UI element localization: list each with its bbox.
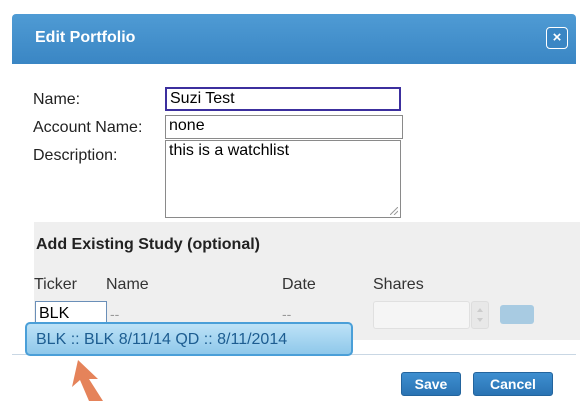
account-name-input[interactable]: none: [165, 115, 403, 139]
shares-spinner[interactable]: [471, 301, 489, 329]
save-button[interactable]: Save: [401, 372, 461, 396]
description-text: this is a watchlist: [169, 142, 290, 159]
close-icon[interactable]: ×: [546, 27, 568, 49]
shares-input[interactable]: [373, 301, 470, 329]
ticker-column-header: Ticker: [34, 276, 77, 293]
shares-column-header: Shares: [373, 276, 424, 293]
pointer-arrow-icon: [72, 360, 103, 401]
description-textarea[interactable]: this is a watchlist: [165, 140, 401, 218]
dialog-titlebar: Edit Portfolio ×: [12, 14, 576, 64]
description-label: Description:: [33, 147, 118, 164]
date-placeholder: --: [282, 306, 292, 322]
cancel-button[interactable]: Cancel: [473, 372, 553, 396]
ticker-autocomplete-suggestion[interactable]: BLK :: BLK 8/11/14 QD :: 8/11/2014: [25, 322, 353, 356]
study-section-title: Add Existing Study (optional): [36, 236, 260, 253]
dialog-title: Edit Portfolio: [35, 29, 136, 46]
name-placeholder: --: [110, 306, 120, 322]
name-label: Name:: [33, 91, 81, 108]
name-column-header: Name: [106, 276, 149, 293]
name-input[interactable]: Suzi Test: [165, 87, 401, 111]
spinner-arrows-icon: [477, 308, 483, 322]
date-column-header: Date: [282, 276, 316, 293]
resize-grip-icon[interactable]: [390, 207, 398, 215]
add-study-button[interactable]: [500, 305, 534, 324]
account-name-label: Account Name:: [33, 119, 143, 136]
